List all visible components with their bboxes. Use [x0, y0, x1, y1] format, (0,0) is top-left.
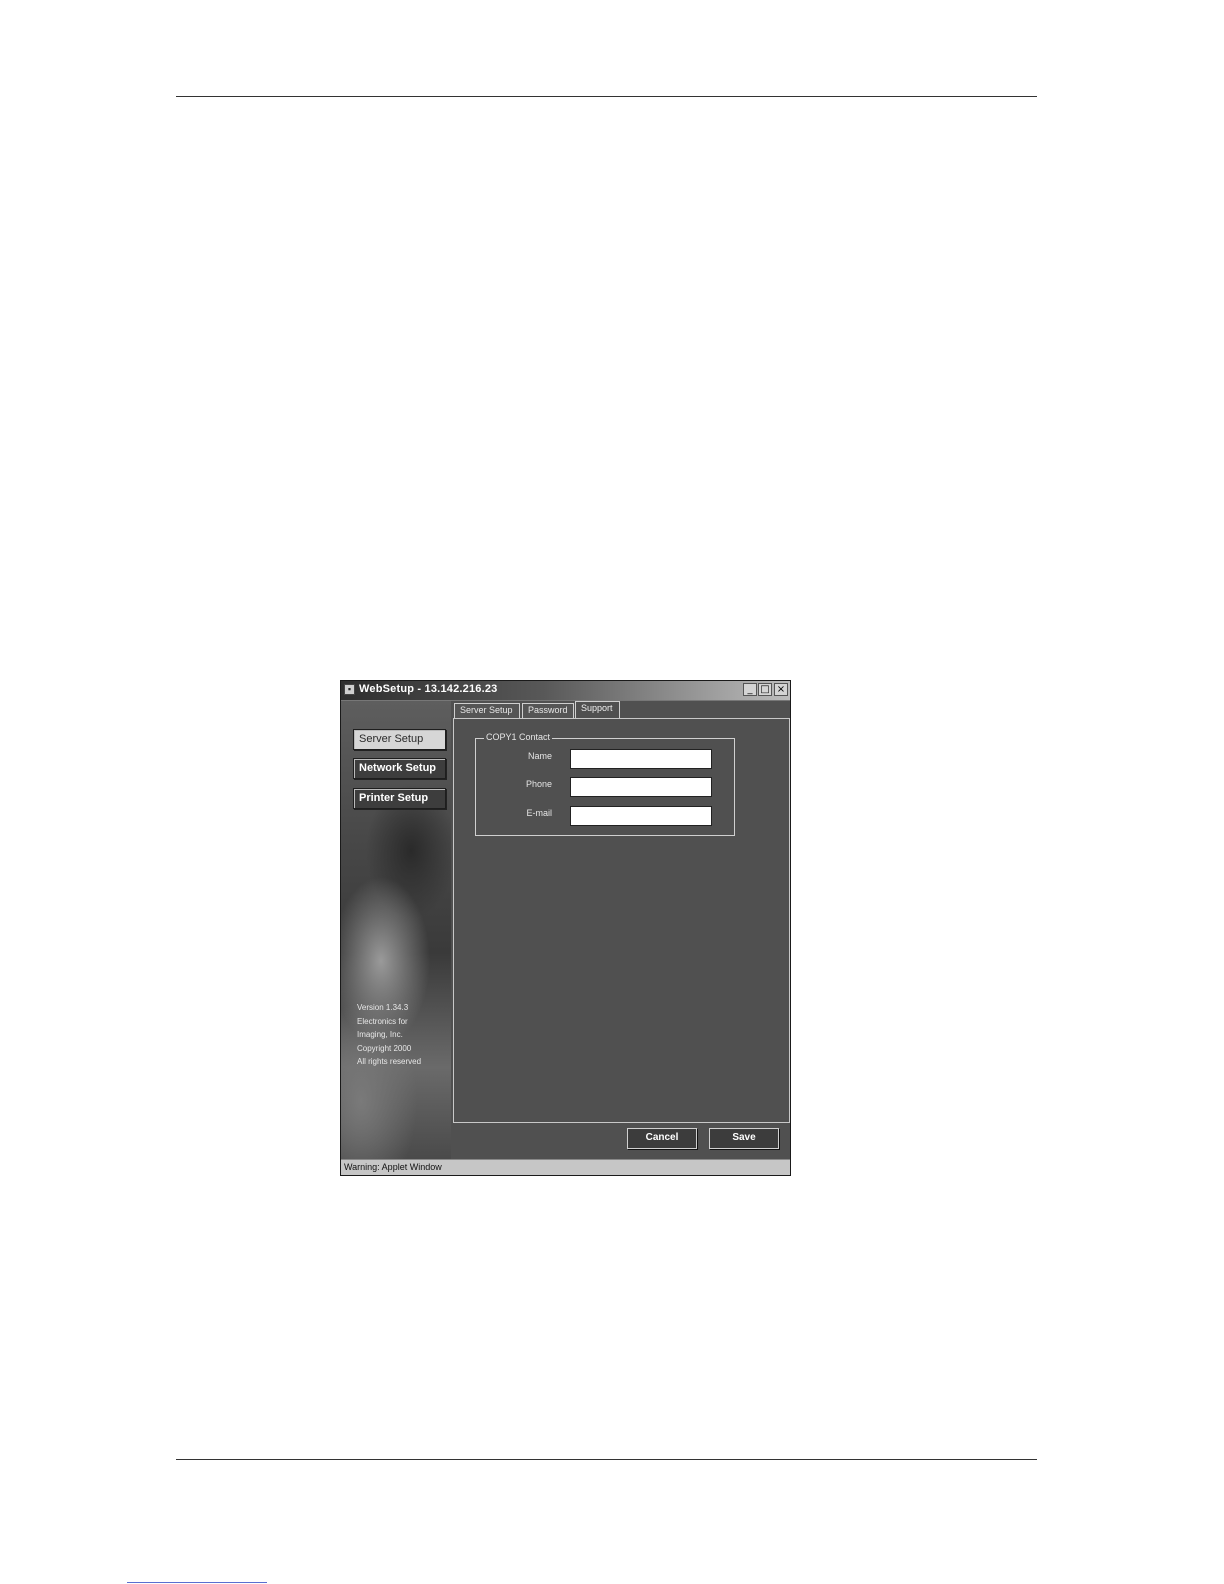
- version-info: Version 1.34.3 Electronics for Imaging, …: [357, 1003, 422, 1066]
- phone-label: Phone: [525, 779, 552, 789]
- minimize-icon[interactable]: _: [743, 683, 757, 696]
- network-setup-button[interactable]: Network Setup: [353, 758, 446, 779]
- title-bar[interactable]: ▪ WebSetup - 13.142.216.23 _ □ ×: [341, 681, 790, 701]
- name-label: Name: [527, 751, 552, 761]
- support-panel: COPY1 Contact Name Phone E-mail: [453, 718, 790, 1123]
- tab-password[interactable]: Password: [522, 703, 574, 718]
- tab-support[interactable]: Support: [575, 701, 620, 719]
- email-input[interactable]: [570, 806, 712, 826]
- close-icon[interactable]: ×: [774, 683, 788, 696]
- websetup-window: ▪ WebSetup - 13.142.216.23 _ □ × Server …: [340, 680, 791, 1176]
- sidebar: Server Setup Network Setup Printer Setup…: [341, 701, 451, 1159]
- name-input[interactable]: [570, 749, 712, 769]
- maximize-icon[interactable]: □: [758, 683, 772, 696]
- cancel-button[interactable]: Cancel: [627, 1128, 697, 1149]
- email-label: E-mail: [526, 808, 552, 818]
- footer-link-underline: [127, 1582, 267, 1583]
- contact-group-legend: COPY1 Contact: [484, 732, 553, 742]
- phone-input[interactable]: [570, 777, 712, 797]
- server-setup-button[interactable]: Server Setup: [353, 729, 446, 750]
- footer-rule: [176, 1459, 1037, 1460]
- status-bar: Warning: Applet Window: [341, 1159, 790, 1175]
- save-button[interactable]: Save: [709, 1128, 779, 1149]
- window-title: WebSetup - 13.142.216.23: [359, 683, 498, 695]
- app-icon[interactable]: ▪: [344, 684, 355, 695]
- contact-group: COPY1 Contact Name Phone E-mail: [475, 732, 735, 836]
- printer-setup-button[interactable]: Printer Setup: [353, 788, 446, 809]
- tab-server-setup[interactable]: Server Setup: [454, 703, 520, 718]
- header-rule: [176, 96, 1037, 97]
